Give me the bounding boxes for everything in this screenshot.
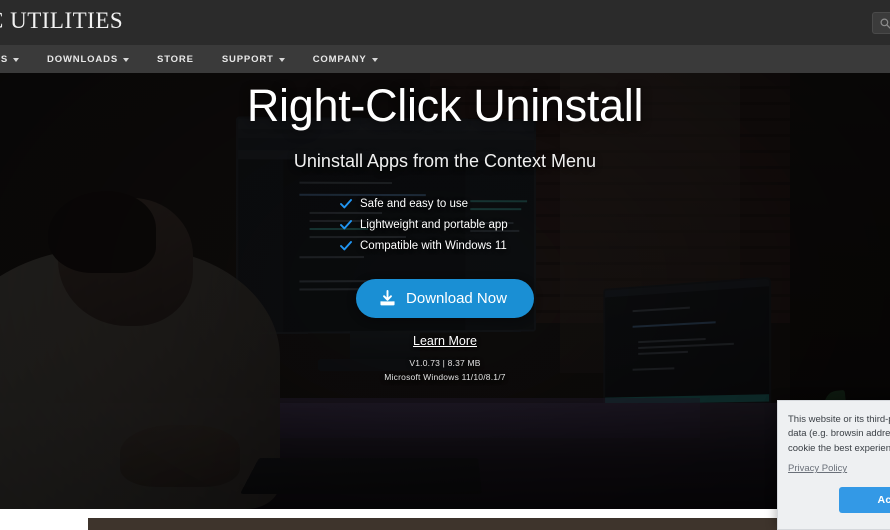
download-icon — [380, 290, 395, 306]
feature-item: Safe and easy to use — [340, 198, 550, 210]
nav-item-label: COMPANY — [312, 53, 367, 65]
search-icon — [880, 18, 890, 29]
nav-item-label: STORE — [157, 53, 194, 65]
cookie-accept-button[interactable]: Accep — [839, 487, 890, 513]
nav-item-label: ...CTS — [0, 53, 9, 65]
platform-support-text: Microsoft Windows 11/10/8.1/7 — [384, 372, 506, 383]
chevron-down-icon — [13, 57, 20, 62]
nav-item-label: SUPPORT — [221, 53, 274, 65]
feature-item: Lightweight and portable app — [340, 219, 550, 231]
feature-label: Safe and easy to use — [360, 197, 469, 210]
chevron-down-icon — [371, 57, 378, 62]
privacy-policy-link[interactable]: Privacy Policy — [788, 463, 847, 474]
nav-item-label: DOWNLOADS — [47, 53, 119, 65]
nav-item-support[interactable]: SUPPORT — [222, 54, 285, 65]
nav-item-downloads[interactable]: DOWNLOADS — [47, 53, 130, 65]
main-navigation: ...CTS DOWNLOADS STORE SUPPORT COMPANY — [0, 45, 890, 73]
nav-item-company[interactable]: COMPANY — [313, 54, 378, 65]
feature-item: Compatible with Windows 11 — [340, 240, 550, 252]
nav-item-store[interactable]: STORE — [157, 54, 194, 65]
web-page: Right-Click Uninstall Uninstall Apps fro… — [0, 0, 890, 530]
cookie-consent-banner: This website or its third-par personal d… — [777, 400, 890, 530]
check-icon — [340, 241, 352, 251]
check-icon — [340, 199, 352, 209]
check-icon — [340, 220, 352, 230]
page-subtitle: Uninstall Apps from the Context Menu — [293, 151, 597, 172]
page-title: Right-Click Uninstall — [246, 80, 644, 131]
feature-label: Compatible with Windows 11 — [360, 239, 507, 252]
cookie-consent-text: This website or its third-par personal d… — [788, 414, 890, 454]
download-now-label: Download Now — [406, 290, 507, 308]
feature-label: Lightweight and portable app — [360, 218, 508, 231]
header-search-button[interactable] — [872, 12, 890, 34]
next-section-strip — [88, 518, 890, 530]
learn-more-link[interactable]: Learn More — [0, 334, 890, 348]
version-size-text: V1.0.73 | 8.37 MB — [409, 358, 481, 369]
site-header: C UTILITIES — [0, 0, 890, 45]
download-now-button[interactable]: Download Now — [356, 279, 534, 319]
feature-list: Safe and easy to use Lightweight and por… — [340, 198, 550, 252]
chevron-down-icon — [278, 57, 285, 62]
nav-item-products[interactable]: ...CTS — [0, 53, 20, 65]
site-logo[interactable]: C UTILITIES — [0, 8, 123, 34]
chevron-down-icon — [123, 57, 130, 62]
